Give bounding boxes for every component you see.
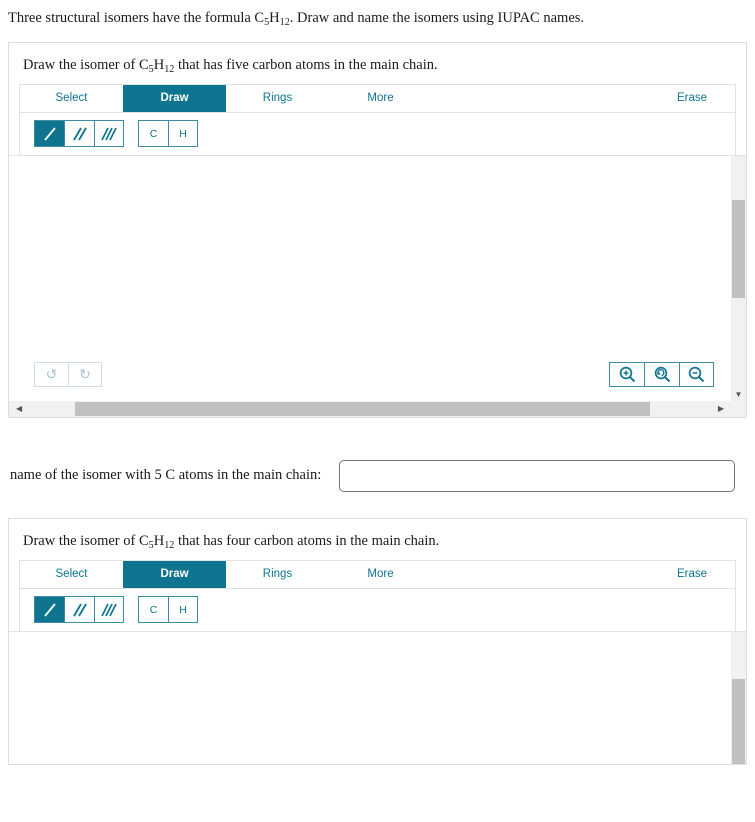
triple-bond-icon	[101, 127, 117, 141]
tab-draw[interactable]: Draw	[123, 560, 226, 588]
heading-formula-hydrogen: H	[153, 532, 165, 549]
editor-toolbar-2: Select Draw Rings More Erase C H	[19, 559, 736, 631]
carbon-atom-tool[interactable]: C	[138, 596, 168, 624]
toolbar-tab-row-2: Select Draw Rings More Erase	[20, 560, 735, 589]
undo-button[interactable]: ↺	[34, 361, 68, 387]
tab-select[interactable]: Select	[20, 561, 123, 588]
horizontal-scrollbar-thumb[interactable]	[75, 401, 651, 416]
heading-formula-hydrogen-count: 12	[164, 63, 175, 75]
tab-rings[interactable]: Rings	[226, 561, 329, 588]
heading-formula-carbon: C	[138, 532, 149, 549]
single-bond-tool[interactable]	[34, 120, 64, 148]
tab-row-spacer	[432, 561, 649, 588]
tab-row-spacer	[432, 85, 649, 112]
erase-button[interactable]: Erase	[649, 85, 735, 112]
canvas-vertical-scrollbar[interactable]	[731, 631, 746, 764]
isomer-name-input[interactable]	[339, 459, 736, 492]
zoom-out-button[interactable]	[679, 361, 714, 387]
formula-hydrogen-count: 12	[279, 16, 290, 28]
heading-text-before: Draw the isomer of	[23, 57, 139, 74]
tab-rings[interactable]: Rings	[226, 85, 329, 112]
atom-tool-group: C H	[138, 596, 198, 624]
double-bond-tool[interactable]	[64, 596, 94, 624]
erase-button[interactable]: Erase	[649, 561, 735, 588]
zoom-in-button[interactable]	[609, 361, 644, 387]
prompt-text-after: . Draw and name the isomers using IUPAC …	[289, 10, 585, 26]
tab-select[interactable]: Select	[20, 85, 123, 112]
bond-tool-group	[34, 120, 124, 148]
scroll-right-arrow-icon[interactable]: ▶	[718, 404, 724, 413]
single-bond-icon	[43, 603, 56, 617]
zoom-out-icon	[688, 366, 705, 383]
carbon-atom-tool[interactable]: C	[138, 120, 168, 148]
tab-more[interactable]: More	[329, 561, 432, 588]
editor-toolbar-1: Select Draw Rings More Erase C H	[19, 83, 736, 155]
double-bond-icon	[72, 603, 87, 617]
triple-bond-tool[interactable]	[94, 596, 124, 624]
editor-heading-2: Draw the isomer of C5H12 that has four c…	[9, 519, 746, 560]
isomer-name-label: name of the isomer with 5 C atoms in the…	[10, 467, 322, 484]
prompt-text-before: Three structural isomers have the formul…	[8, 10, 255, 26]
isomer-name-answer-row: name of the isomer with 5 C atoms in the…	[0, 459, 755, 492]
single-bond-icon	[43, 127, 56, 141]
zoom-reset-icon	[654, 366, 670, 383]
hydrogen-atom-tool[interactable]: H	[168, 120, 198, 148]
single-bond-tool[interactable]	[34, 596, 64, 624]
tab-more[interactable]: More	[329, 85, 432, 112]
molecule-editor-panel-1: Draw the isomer of C5H12 that has five c…	[8, 42, 747, 418]
zoom-button-group	[609, 361, 714, 387]
heading-formula-hydrogen: H	[153, 57, 165, 74]
scroll-down-arrow-icon[interactable]: ▼	[731, 390, 746, 399]
atom-tool-group: C H	[138, 120, 198, 148]
triple-bond-tool[interactable]	[94, 120, 124, 148]
drawing-surface[interactable]	[9, 631, 731, 764]
history-button-group: ↺ ↻	[34, 361, 102, 387]
zoom-in-icon	[619, 366, 635, 383]
heading-text-before: Draw the isomer of	[23, 532, 139, 549]
formula-hydrogen: H	[269, 10, 280, 26]
scroll-left-arrow-icon[interactable]: ◀	[16, 404, 22, 413]
vertical-scrollbar-thumb[interactable]	[732, 199, 745, 298]
heading-formula-hydrogen-count: 12	[164, 539, 175, 551]
toolbar-tool-row-2: C H	[20, 588, 735, 631]
toolbar-tab-row-1: Select Draw Rings More Erase	[20, 84, 735, 113]
redo-button[interactable]: ↻	[68, 361, 102, 387]
tab-draw[interactable]: Draw	[123, 84, 226, 112]
double-bond-tool[interactable]	[64, 120, 94, 148]
drawing-canvas-area-1[interactable]: ↺ ↻ ▼	[9, 154, 746, 401]
zoom-reset-button[interactable]	[644, 361, 679, 387]
canvas-vertical-scrollbar[interactable]: ▼	[731, 155, 746, 401]
double-bond-icon	[72, 127, 87, 141]
bond-tool-group	[34, 596, 124, 624]
triple-bond-icon	[101, 603, 117, 617]
formula-carbon: C	[254, 10, 265, 26]
heading-text-after: that has four carbon atoms in the main c…	[174, 532, 440, 549]
drawing-canvas-area-2[interactable]	[9, 630, 746, 764]
editor-heading-1: Draw the isomer of C5H12 that has five c…	[9, 43, 746, 84]
canvas-horizontal-scrollbar[interactable]: ◀ ▶	[9, 400, 746, 417]
vertical-scrollbar-thumb[interactable]	[732, 679, 745, 764]
hydrogen-atom-tool[interactable]: H	[168, 596, 198, 624]
question-prompt: Three structural isomers have the formul…	[0, 0, 755, 30]
toolbar-tool-row-1: C H	[20, 112, 735, 155]
heading-formula-carbon: C	[138, 57, 149, 74]
heading-text-after: that has five carbon atoms in the main c…	[174, 57, 438, 74]
molecule-editor-panel-2: Draw the isomer of C5H12 that has four c…	[8, 517, 747, 765]
